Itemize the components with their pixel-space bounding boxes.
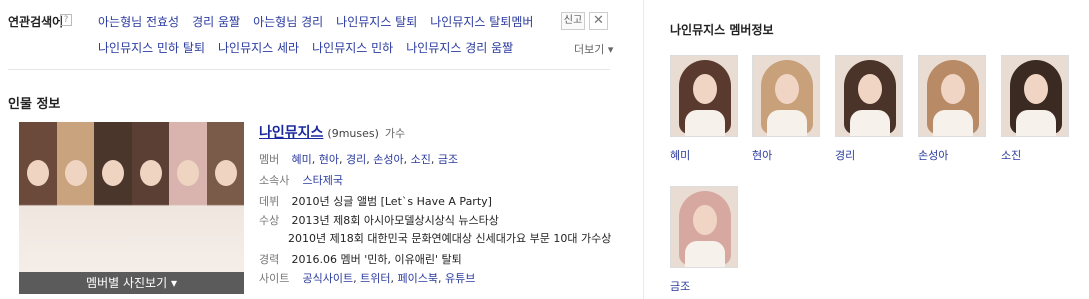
- site-label: 사이트: [259, 272, 290, 285]
- group-photo-member: [19, 122, 58, 272]
- member-face: [858, 74, 882, 104]
- related-keyword[interactable]: 나인뮤지스 민하: [312, 39, 393, 56]
- member-link[interactable]: 혜미: [292, 153, 312, 166]
- member-face: [1024, 74, 1048, 104]
- help-icon[interactable]: ?: [60, 14, 72, 26]
- group-photo-face: [139, 160, 162, 186]
- group-photo[interactable]: 멤버별 사진보기 ▾: [19, 122, 244, 294]
- members-label: 멤버: [259, 153, 280, 166]
- debut-label: 데뷔: [259, 195, 280, 208]
- member-body: [933, 110, 973, 136]
- group-photo-face: [214, 160, 237, 186]
- member-photo[interactable]: [670, 55, 738, 137]
- career-value: 2016.06 멤버 '민하, 이유애린' 탈퇴: [291, 253, 462, 266]
- group-photo-face: [64, 160, 87, 186]
- group-photo-face: [102, 160, 125, 186]
- related-keyword[interactable]: 아는형님 전효성: [98, 13, 179, 30]
- related-search-label: 연관검색어: [8, 15, 64, 29]
- award-row: 수상 2013년 제8회 아시아모델상시상식 뉴스타상: [259, 212, 499, 228]
- report-button[interactable]: 신고: [561, 12, 585, 30]
- career-label: 경력: [259, 253, 280, 266]
- member-name-link[interactable]: 소진: [1001, 147, 1069, 163]
- related-keyword[interactable]: 나인뮤지스 경리 움짤: [406, 39, 513, 56]
- career-row: 경력 2016.06 멤버 '민하, 이유애린' 탈퇴: [259, 251, 462, 267]
- award-value: 2013년 제8회 아시아모델상시상식 뉴스타상: [291, 214, 499, 227]
- member-body: [685, 110, 725, 136]
- site-link[interactable]: 트위터: [360, 272, 390, 285]
- member-face: [775, 74, 799, 104]
- related-keyword[interactable]: 나인뮤지스 탈퇴: [336, 13, 417, 30]
- more-button[interactable]: 더보기 ▾: [574, 41, 613, 57]
- member-link[interactable]: 손성아: [373, 153, 403, 166]
- member-link[interactable]: 경리: [346, 153, 366, 166]
- name-line: 나인뮤지스 (9muses) 가수: [259, 122, 405, 142]
- group-photo-member: [56, 122, 95, 272]
- agency-row: 소속사 스타제국: [259, 172, 343, 188]
- site-link[interactable]: 공식사이트: [303, 272, 354, 285]
- member-face: [941, 74, 965, 104]
- member-card[interactable]: 혜미: [670, 55, 738, 163]
- member-name-link[interactable]: 혜미: [670, 147, 738, 163]
- member-card[interactable]: 소진: [1001, 55, 1069, 163]
- member-face: [693, 74, 717, 104]
- debut-value: 2010년 싱글 앨범 [Let`s Have A Party]: [291, 195, 492, 208]
- debut-row: 데뷔 2010년 싱글 앨범 [Let`s Have A Party]: [259, 193, 492, 209]
- member-link[interactable]: 현아: [319, 153, 339, 166]
- related-keywords-row-1: 아는형님 전효성 경리 움짤 아는형님 경리 나인뮤지스 탈퇴 나인뮤지스 탈퇴…: [98, 13, 533, 30]
- award-value: 2010년 제18회 대한민국 문화연예대상 신세대가요 부문 10대 가수상: [288, 232, 612, 245]
- group-photo-face: [27, 160, 50, 186]
- group-photo-member: [169, 122, 208, 272]
- group-photo-member: [131, 122, 170, 272]
- related-keyword[interactable]: 아는형님 경리: [253, 13, 323, 30]
- related-search-section: 연관검색어 ? 아는형님 전효성 경리 움짤 아는형님 경리 나인뮤지스 탈퇴 …: [8, 12, 613, 70]
- member-face: [693, 205, 717, 235]
- member-body: [767, 110, 807, 136]
- close-icon[interactable]: ✕: [589, 12, 608, 30]
- member-photos-button[interactable]: 멤버별 사진보기 ▾: [19, 272, 244, 294]
- member-body: [850, 110, 890, 136]
- person-info-title: 인물 정보: [8, 97, 61, 112]
- member-photo[interactable]: [918, 55, 986, 137]
- site-link[interactable]: 유튜브: [445, 272, 475, 285]
- member-name-link[interactable]: 현아: [752, 147, 820, 163]
- member-body: [1016, 110, 1056, 136]
- related-keywords-row-2: 나인뮤지스 민하 탈퇴 나인뮤지스 세라 나인뮤지스 민하 나인뮤지스 경리 움…: [98, 39, 513, 56]
- group-photo-face: [177, 160, 200, 186]
- related-keyword[interactable]: 나인뮤지스 민하 탈퇴: [98, 39, 205, 56]
- member-card[interactable]: 금조: [670, 186, 738, 294]
- group-photo-member: [94, 122, 133, 272]
- member-photo[interactable]: [752, 55, 820, 137]
- award-row-2: 2010년 제18회 대한민국 문화연예대상 신세대가요 부문 10대 가수상: [288, 230, 611, 246]
- related-keyword[interactable]: 나인뮤지스 세라: [218, 39, 299, 56]
- site-row: 사이트 공식사이트, 트위터, 페이스북, 유튜브: [259, 272, 476, 285]
- group-name-link[interactable]: 나인뮤지스: [259, 125, 323, 141]
- agency-link[interactable]: 스타제국: [303, 174, 343, 187]
- member-photo[interactable]: [835, 55, 903, 137]
- member-name-link[interactable]: 금조: [670, 278, 738, 294]
- member-link[interactable]: 소진: [411, 153, 431, 166]
- member-card[interactable]: 손성아: [918, 55, 986, 163]
- award-label: 수상: [259, 214, 280, 227]
- member-card[interactable]: 경리: [835, 55, 903, 163]
- group-name-english: (9muses): [327, 127, 379, 140]
- related-keyword[interactable]: 나인뮤지스 탈퇴멤버: [430, 13, 533, 30]
- member-link[interactable]: 금조: [438, 153, 458, 166]
- site-link[interactable]: 페이스북: [397, 272, 437, 285]
- member-photo[interactable]: [1001, 55, 1069, 137]
- member-photo[interactable]: [670, 186, 738, 268]
- member-name-link[interactable]: 경리: [835, 147, 903, 163]
- related-keyword[interactable]: 경리 움짤: [192, 13, 240, 30]
- member-body: [685, 241, 725, 267]
- panel-divider: [643, 0, 644, 299]
- member-name-link[interactable]: 손성아: [918, 147, 986, 163]
- member-card[interactable]: 현아: [752, 55, 820, 163]
- group-photo-member: [206, 122, 244, 272]
- members-panel-title: 나인뮤지스 멤버정보: [670, 23, 774, 37]
- members-row: 멤버 혜미, 현아, 경리, 손성아, 소진, 금조: [259, 153, 459, 166]
- group-type: 가수: [384, 127, 406, 140]
- agency-label: 소속사: [259, 174, 290, 187]
